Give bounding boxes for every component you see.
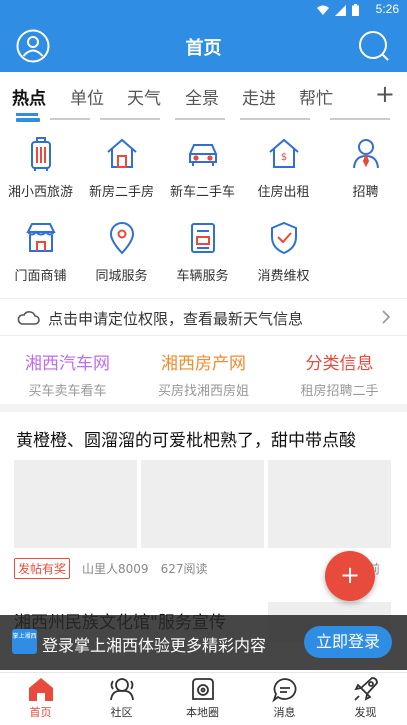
grid-label: 门面商铺 — [14, 269, 67, 284]
grid-label: 新房二手房 — [88, 185, 154, 200]
category-tabs: 热点 单位 天气 全景 走进 帮忙 + — [0, 72, 407, 118]
nav-label: 首页 — [29, 706, 52, 719]
house-icon — [106, 138, 137, 168]
reward-badge: 发帖有奖 — [14, 558, 71, 579]
community-icon — [109, 678, 134, 701]
grid-label: 消费维权 — [257, 269, 310, 284]
nav-discover[interactable]: 发现 — [325, 675, 406, 720]
nav-community[interactable]: 社区 — [81, 675, 162, 720]
ticker-seg — [175, 118, 225, 120]
ticker-seg — [240, 118, 310, 120]
grid-item-house[interactable]: 新房二手房 — [81, 136, 162, 200]
article-title: 黄橙橙、圆溜溜的可爱枇杷熟了，甜中带点酸 — [16, 431, 356, 451]
svg-text:$: $ — [280, 152, 286, 163]
post-fab-button[interactable]: + — [325, 551, 375, 601]
site-title: 湘西房产网 — [161, 354, 246, 374]
status-bar: 5:26 — [0, 0, 407, 20]
site-title: 分类信息 — [305, 354, 374, 374]
tab-hot[interactable]: 热点 — [12, 84, 46, 109]
partner-sites: 湘西汽车网 买车卖车看车 湘西房产网 买房找湘西房姐 分类信息 租房招聘二手 — [0, 338, 407, 402]
tab-panorama[interactable]: 全景 — [185, 84, 219, 109]
nav-label: 社区 — [110, 706, 133, 719]
grid-item-rights[interactable]: 消费维权 — [243, 220, 324, 284]
login-button[interactable]: 立即登录 — [304, 626, 392, 658]
bottom-nav: 首页 社区 本地圈 消息 发现 — [0, 672, 407, 725]
grid-item-recruit[interactable]: 招聘 — [325, 136, 406, 200]
nav-label: 发现 — [354, 706, 377, 719]
login-prompt-text: 登录掌上湘西体验更多精彩内容 — [42, 636, 267, 655]
status-time: 5:26 — [375, 2, 399, 16]
luggage-icon — [30, 137, 51, 171]
site-house[interactable]: 湘西房产网 买房找湘西房姐 — [136, 338, 271, 399]
app-header: 首页 — [0, 20, 407, 72]
local-circle-icon — [191, 678, 214, 700]
site-subtitle: 买车卖车看车 — [28, 384, 107, 399]
nav-label: 消息 — [273, 706, 296, 719]
grid-item-local[interactable]: 同城服务 — [81, 220, 162, 284]
nav-messages[interactable]: 消息 — [244, 675, 325, 720]
battery-icon — [352, 4, 359, 16]
nav-home[interactable]: 首页 — [0, 675, 81, 720]
add-tab-button[interactable]: + — [375, 80, 395, 108]
news-ticker[interactable] — [0, 118, 407, 124]
grid-label: 同城服务 — [95, 269, 148, 284]
ticker-seg — [100, 118, 160, 120]
active-tab-indicator — [16, 113, 38, 116]
location-icon — [109, 222, 134, 255]
grid-label: 新车二手车 — [169, 185, 235, 200]
shield-check-icon — [270, 221, 297, 255]
article-thumbnail — [268, 460, 391, 548]
wifi-icon — [317, 5, 329, 15]
grid-item-shop[interactable]: 门面商铺 — [0, 220, 81, 284]
car-icon — [188, 144, 217, 166]
shop-icon — [25, 223, 56, 252]
signal-icon — [335, 4, 346, 16]
rent-house-icon: $ — [268, 138, 299, 168]
site-classified[interactable]: 分类信息 租房招聘二手 — [272, 338, 407, 399]
article-thumbnails — [14, 460, 391, 548]
recruit-icon — [352, 139, 379, 169]
chevron-right-icon — [382, 310, 391, 324]
tab-help[interactable]: 帮忙 — [299, 84, 333, 109]
tab-weather[interactable]: 天气 — [127, 84, 161, 109]
ticker-marker — [16, 118, 40, 122]
article-meta: 发帖有奖 山里人8009 627阅读 钟前 — [14, 558, 380, 579]
grid-label: 车辆服务 — [176, 269, 229, 284]
article-thumbnail — [14, 460, 137, 548]
page-title: 首页 — [185, 38, 222, 59]
search-icon[interactable] — [357, 29, 391, 63]
nav-label: 本地圈 — [186, 706, 219, 719]
nav-local-circle[interactable]: 本地圈 — [162, 675, 243, 720]
message-icon — [271, 678, 296, 703]
article-thumbnail — [141, 460, 264, 548]
tab-unit[interactable]: 单位 — [70, 84, 104, 109]
grid-label: 湘小西旅游 — [7, 185, 73, 200]
grid-item-rent[interactable]: $ 住房出租 — [243, 136, 324, 200]
article-reads: 627阅读 — [160, 562, 208, 576]
grid-item-car[interactable]: 新车二手车 — [162, 136, 243, 200]
discover-icon — [353, 677, 378, 701]
grid-item-vehicle[interactable]: 车辆服务 — [162, 220, 243, 284]
weather-text: 点击申请定位权限，查看最新天气信息 — [48, 310, 304, 328]
grid-label: 招聘 — [352, 185, 379, 200]
ticker-seg — [50, 118, 90, 120]
ticker-seg — [330, 118, 390, 120]
login-prompt-bar: 掌上湘西 登录掌上湘西体验更多精彩内容 立即登录 — [0, 615, 407, 670]
app-logo: 掌上湘西 — [12, 629, 37, 654]
section-divider — [0, 404, 407, 412]
site-title: 湘西汽车网 — [25, 354, 110, 374]
grid-label: 住房出租 — [257, 185, 310, 200]
grid-item-travel[interactable]: 湘小西旅游 — [0, 136, 81, 200]
status-icons — [317, 4, 359, 16]
tab-enter[interactable]: 走进 — [242, 84, 276, 109]
article-author: 山里人8009 — [82, 562, 149, 576]
site-subtitle: 买房找湘西房姐 — [157, 384, 249, 399]
site-subtitle: 租房招聘二手 — [300, 384, 379, 399]
vehicle-doc-icon — [190, 223, 215, 253]
home-icon — [28, 678, 53, 701]
weather-permission-row[interactable]: 点击申请定位权限，查看最新天气信息 — [0, 298, 407, 336]
site-car[interactable]: 湘西汽车网 买车卖车看车 — [0, 338, 135, 399]
cloud-icon — [17, 311, 40, 325]
